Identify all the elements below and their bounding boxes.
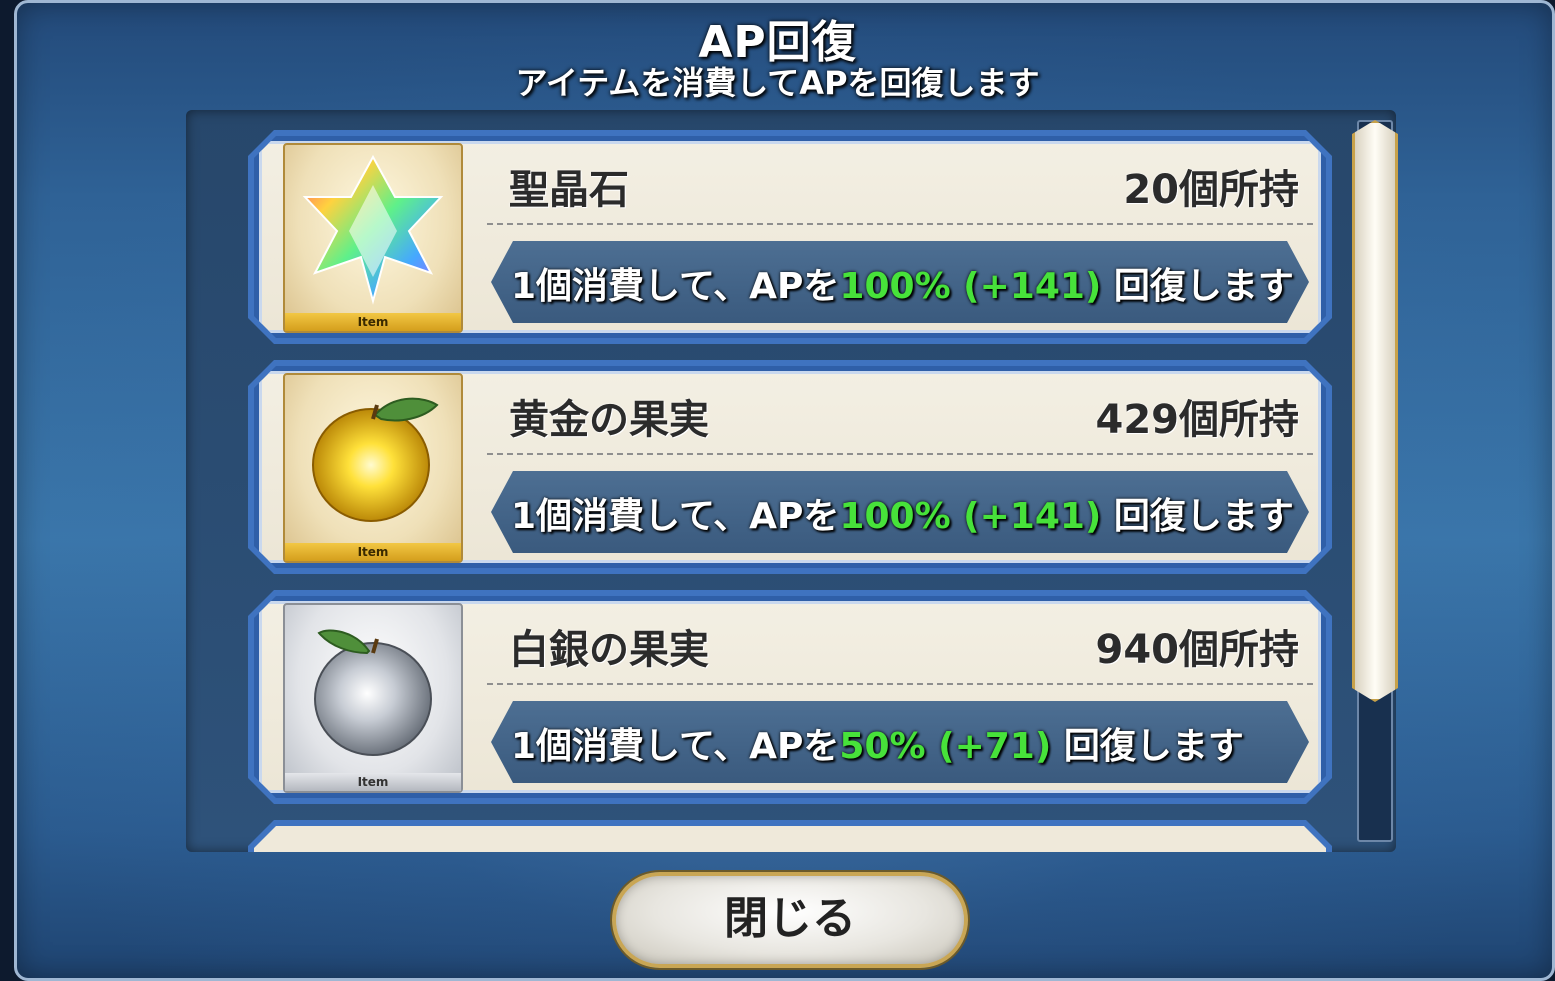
dialog-subtitle: アイテムを消費してAPを回復します <box>515 64 1040 102</box>
effect-suffix: 回復します <box>1051 726 1244 767</box>
item-card: Item <box>283 143 463 333</box>
close-button[interactable]: 閉じる <box>612 872 968 968</box>
effect-suffix: 回復します <box>1101 496 1294 537</box>
effect-text: 1個消費して、APを100% (+141) 回復します <box>511 487 1294 539</box>
item-name: 白銀の果実 <box>509 627 709 673</box>
effect-value: 50% (+71) <box>839 726 1052 767</box>
item-count: 940個所持 <box>1095 627 1299 673</box>
item-list[interactable]: Item 聖晶石 20個所持 1個消費して、APを100% (+141) 回復し… <box>186 110 1396 852</box>
list-item-saint-quartz[interactable]: Item 聖晶石 20個所持 1個消費して、APを100% (+141) 回復し… <box>254 136 1326 338</box>
item-count: 429個所持 <box>1095 397 1299 443</box>
effect-prefix: 1個消費して、APを <box>511 496 840 537</box>
item-name: 黄金の果実 <box>509 397 709 443</box>
silver-apple-icon <box>285 605 461 773</box>
list-item-partial[interactable] <box>254 826 1326 852</box>
item-count: 20個所持 <box>1123 167 1299 213</box>
effect-value: 100% (+141) <box>839 266 1102 307</box>
effect-prefix: 1個消費して、APを <box>511 266 840 307</box>
divider <box>487 683 1313 685</box>
effect-value: 100% (+141) <box>839 496 1102 537</box>
list-item-golden-apple[interactable]: Item 黄金の果実 429個所持 1個消費して、APを100% (+141) … <box>254 366 1326 568</box>
divider <box>487 223 1313 225</box>
effect-prefix: 1個消費して、APを <box>511 726 840 767</box>
effect-suffix: 回復します <box>1101 266 1294 307</box>
list-item-silver-apple[interactable]: Item 白銀の果実 940個所持 1個消費して、APを50% (+71) 回復… <box>254 596 1326 798</box>
divider <box>487 453 1313 455</box>
golden-apple-icon <box>285 375 461 543</box>
saint-quartz-icon <box>285 145 461 313</box>
item-tag: Item <box>285 313 461 331</box>
effect-text: 1個消費して、APを100% (+141) 回復します <box>511 257 1294 309</box>
effect-text: 1個消費して、APを50% (+71) 回復します <box>511 717 1244 769</box>
item-name: 聖晶石 <box>509 167 629 213</box>
scrollbar-thumb[interactable] <box>1352 120 1398 702</box>
item-card: Item <box>283 373 463 563</box>
item-card: Item <box>283 603 463 793</box>
item-tag: Item <box>285 773 461 791</box>
item-tag: Item <box>285 543 461 561</box>
